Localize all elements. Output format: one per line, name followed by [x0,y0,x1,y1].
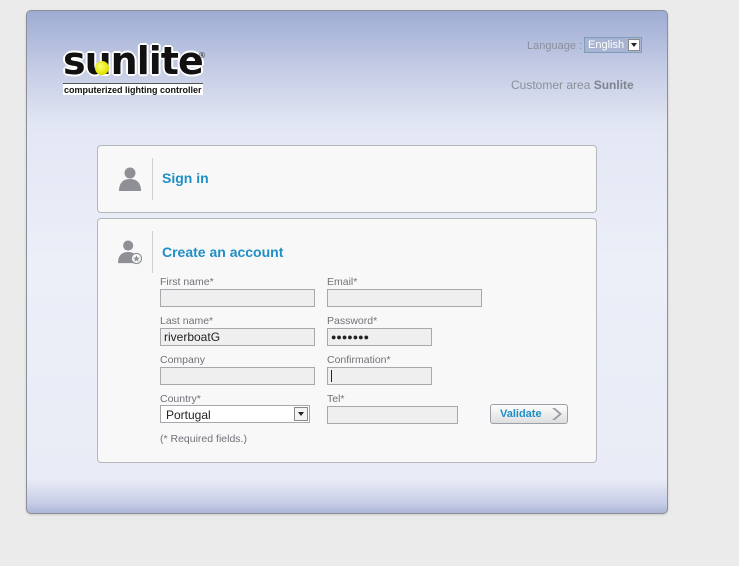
registered-mark: ® [199,51,205,60]
logo-wordmark: sunlite [63,39,204,83]
language-select[interactable]: English [584,37,642,53]
panel-divider [152,158,153,200]
signin-title[interactable]: Sign in [162,170,209,186]
validate-label: Validate [500,408,542,420]
chevron-down-icon[interactable] [628,39,640,51]
person-add-icon [118,240,142,265]
confirmation-label: Confirmation* [327,354,391,366]
panel-divider [152,231,153,273]
chevron-right-icon [552,408,562,420]
tel-label: Tel* [327,393,345,405]
last-name-field[interactable] [160,328,315,346]
create-account-title: Create an account [162,244,284,260]
last-name-label: Last name* [160,315,214,327]
tel-field[interactable] [327,406,458,424]
first-name-field[interactable] [160,289,315,307]
validate-button[interactable]: Validate [490,404,568,424]
language-value: English [588,39,625,51]
password-label: Password* [327,315,378,327]
company-field[interactable] [160,367,315,385]
email-label: Email* [327,276,358,288]
logo-bulb-icon [95,61,109,75]
country-value: Portugal [166,408,211,422]
person-icon [119,167,141,191]
chevron-down-icon[interactable] [294,407,308,421]
company-label: Company [160,354,205,366]
sunlite-logo: sunlite ® computerized lighting controll… [63,39,208,97]
password-field[interactable] [327,328,432,346]
customer-area-heading: Customer area Sunlite [511,78,634,92]
language-label: Language : [527,40,583,52]
text-cursor [331,370,332,382]
country-select[interactable]: Portugal [160,405,310,423]
country-label: Country* [160,393,201,405]
first-name-label: First name* [160,276,214,288]
logo-tagline: computerized lighting controller [63,83,203,95]
signin-panel[interactable]: Sign in [97,145,597,213]
confirmation-field[interactable] [327,367,432,385]
customer-area-prefix: Customer area [511,78,591,92]
create-account-panel: Create an account First name* Email* Las… [97,218,597,463]
page-window: sunlite ® computerized lighting controll… [26,10,668,514]
customer-area-name: Sunlite [593,78,634,92]
required-fields-note: (* Required fields.) [160,433,247,445]
email-field[interactable] [327,289,482,307]
